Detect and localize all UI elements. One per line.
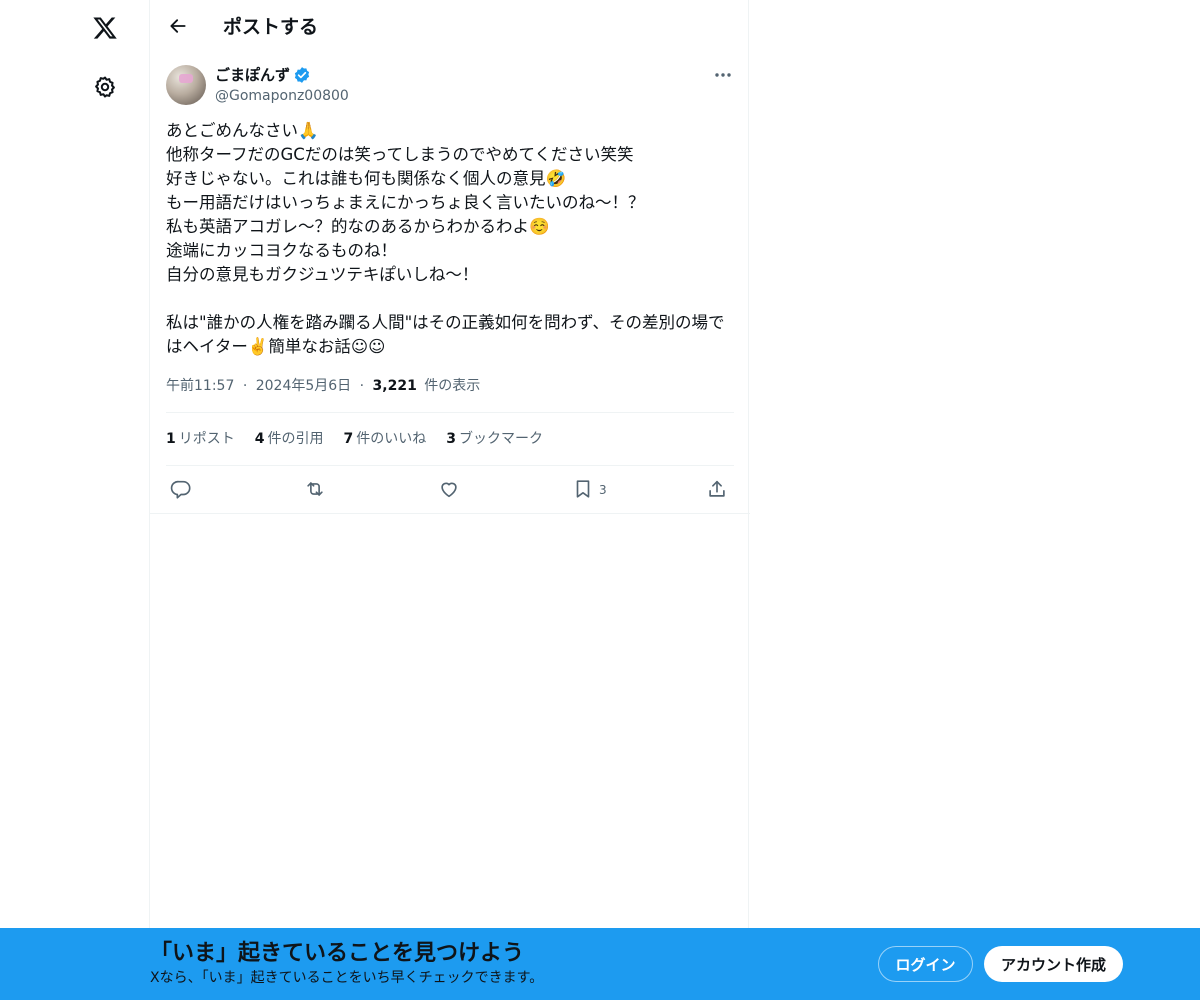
handle[interactable]: @Gomaponz00800 bbox=[215, 86, 349, 106]
share-icon bbox=[709, 480, 725, 497]
share-button[interactable] bbox=[706, 476, 728, 502]
tweet-time[interactable]: 午前11:57 bbox=[166, 378, 234, 394]
left-nav bbox=[0, 0, 150, 1000]
x-logo-icon[interactable] bbox=[85, 8, 125, 48]
repost-button[interactable] bbox=[304, 476, 326, 502]
main-column: ポストする ごまぽんず @Gomaponz00800 あとごめんなさい🙏 他称タ… bbox=[149, 0, 750, 1000]
divider bbox=[150, 513, 750, 514]
gear-icon[interactable] bbox=[85, 67, 125, 107]
repost-icon bbox=[307, 482, 323, 496]
stat-reposts[interactable]: 1 リポスト bbox=[166, 429, 235, 449]
views-label: 件の表示 bbox=[424, 378, 481, 394]
like-button[interactable] bbox=[438, 476, 460, 502]
tweet-text: あとごめんなさい🙏 他称ターフだのGCだのは笑ってしまうのでやめてください笑笑 … bbox=[166, 121, 725, 356]
stat-quotes[interactable]: 4 件の引用 bbox=[255, 429, 324, 449]
heart-icon bbox=[441, 482, 457, 498]
divider bbox=[166, 412, 734, 413]
divider bbox=[166, 465, 734, 466]
display-name[interactable]: ごまぽんず bbox=[215, 65, 290, 85]
engagement-stats: 1 リポスト 4 件の引用 7 件のいいね 3 ブックマーク bbox=[166, 429, 563, 449]
avatar[interactable] bbox=[166, 65, 206, 105]
reply-button[interactable] bbox=[170, 476, 192, 502]
more-options-icon[interactable] bbox=[712, 65, 734, 85]
verified-badge-icon[interactable] bbox=[293, 66, 311, 84]
reply-icon bbox=[170, 480, 191, 499]
banner-subtitle: Xなら、「いま」起きていることをいち早くチェックできます。 bbox=[150, 970, 544, 986]
login-button[interactable]: ログイン bbox=[878, 946, 973, 982]
create-account-button[interactable]: アカウント作成 bbox=[984, 946, 1123, 982]
page-header: ポストする bbox=[150, 0, 750, 53]
banner-title: 「いま」起きていることを見つけよう bbox=[150, 941, 525, 966]
views-count: 3,221 bbox=[372, 378, 417, 394]
tweet-actions: 3 bbox=[166, 476, 734, 502]
page-title: ポストする bbox=[223, 16, 319, 38]
stat-likes[interactable]: 7 件のいいね bbox=[344, 429, 427, 449]
bookmark-button[interactable]: 3 bbox=[572, 476, 607, 502]
tweet-author: ごまぽんず @Gomaponz00800 bbox=[166, 65, 734, 107]
bookmark-count: 3 bbox=[599, 483, 607, 497]
meta-separator-2: · bbox=[359, 378, 365, 394]
tweet-meta: 午前11:57 · 2024年5月6日 · 3,221 件の表示 bbox=[166, 376, 480, 396]
meta-separator: · bbox=[242, 378, 248, 394]
tweet-date[interactable]: 2024年5月6日 bbox=[256, 378, 351, 394]
bookmark-icon bbox=[576, 480, 590, 498]
arrow-left-icon bbox=[170, 19, 186, 33]
back-button[interactable] bbox=[160, 8, 196, 44]
stat-bookmarks[interactable]: 3 ブックマーク bbox=[446, 429, 543, 449]
